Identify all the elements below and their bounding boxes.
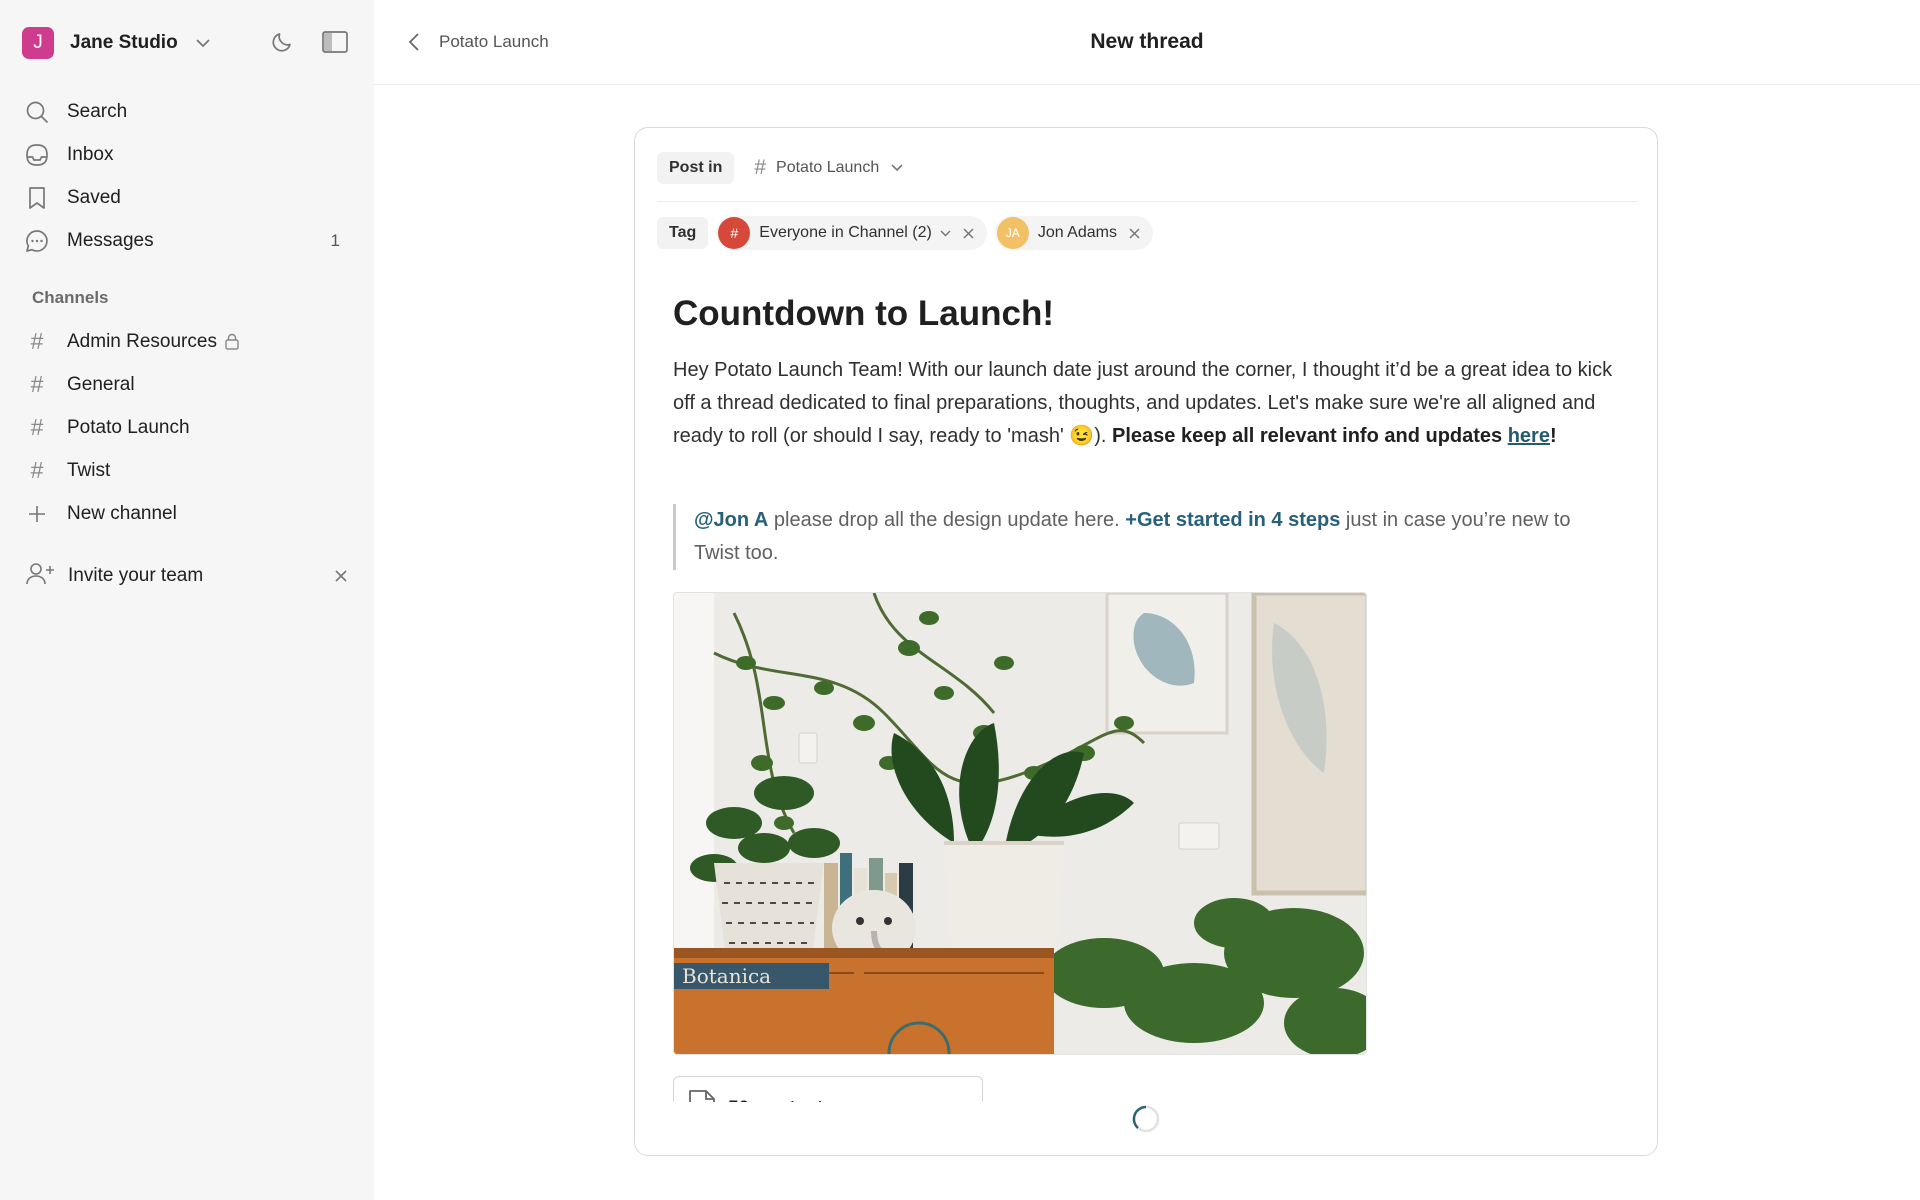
channel-item-potato-launch[interactable]: # Potato Launch: [24, 406, 350, 449]
body-bold-text: !: [1549, 425, 1557, 447]
nav-label: Saved: [67, 186, 121, 208]
quote-text: please drop all the design update here.: [768, 509, 1126, 531]
add-user-icon: [26, 562, 56, 591]
tag-chip-jon-adams[interactable]: JA Jon Adams: [994, 216, 1153, 250]
hash-icon: #: [30, 414, 44, 440]
nav-label: Search: [67, 100, 128, 122]
chat-bubble-icon: [24, 228, 50, 254]
body-text: ).: [1094, 425, 1113, 447]
channel-selector[interactable]: # Potato Launch: [754, 152, 903, 184]
tag-chip-label: Jon Adams: [1037, 224, 1117, 241]
chevron-down-icon[interactable]: [940, 229, 951, 237]
main-nav: Search Inbox Saved Messages 1: [24, 90, 350, 262]
channel-list: # Admin Resources # General # Potato Lau…: [24, 320, 350, 535]
hash-icon: #: [30, 457, 44, 483]
nav-item-messages[interactable]: Messages 1: [24, 219, 350, 262]
thread-composer: Post in # Potato Launch Tag # Everyone i…: [634, 127, 1658, 1156]
bookmark-icon: [24, 185, 50, 211]
hash-icon: #: [30, 371, 44, 397]
channel-avatar: #: [718, 217, 751, 249]
channel-label: Potato Launch: [67, 416, 190, 438]
channel-item-admin-resources[interactable]: # Admin Resources: [24, 320, 350, 363]
tag-row: Tag # Everyone in Channel (2) JA Jon Ada…: [657, 216, 1153, 250]
top-bar: Potato Launch New thread: [374, 0, 1920, 85]
hash-icon: #: [754, 156, 767, 179]
chevron-down-icon: [194, 34, 212, 52]
search-icon: [24, 99, 50, 125]
channel-label: General: [67, 373, 135, 395]
thread-body[interactable]: Hey Potato Launch Team! With our launch …: [673, 354, 1618, 453]
back-chevron-icon[interactable]: [402, 30, 426, 54]
user-avatar: JA: [996, 217, 1029, 249]
body-bold-text: Please keep all relevant info and update…: [1112, 425, 1508, 447]
lock-icon: [225, 333, 239, 350]
nav-item-saved[interactable]: Saved: [24, 176, 350, 219]
post-in-label: Post in: [657, 152, 735, 184]
back-link[interactable]: Potato Launch: [439, 32, 549, 52]
here-link[interactable]: here: [1508, 425, 1550, 447]
thread-title[interactable]: Countdown to Launch!: [673, 294, 1054, 334]
toggle-sidebar-icon[interactable]: [320, 27, 350, 57]
hash-icon: #: [30, 328, 44, 354]
remove-tag-icon[interactable]: [961, 225, 977, 241]
quote-block: @Jon A please drop all the design update…: [673, 504, 1593, 570]
tag-label: Tag: [657, 217, 709, 249]
user-mention[interactable]: @Jon A: [694, 509, 768, 531]
workspace-switcher[interactable]: J Jane Studio: [22, 26, 352, 60]
workspace-avatar: J: [22, 27, 54, 59]
nav-item-inbox[interactable]: Inbox: [24, 133, 350, 176]
channel-label: Twist: [67, 459, 111, 481]
invite-label: Invite your team: [68, 565, 204, 586]
post-in-row: Post in # Potato Launch: [657, 152, 1637, 202]
channel-selector-label: Potato Launch: [776, 159, 880, 176]
inbox-icon: [24, 142, 50, 168]
nav-label: Messages: [67, 229, 154, 251]
new-channel-button[interactable]: New channel: [24, 492, 350, 535]
plus-icon: [24, 501, 50, 527]
channel-item-twist[interactable]: # Twist: [24, 449, 350, 492]
invite-team-banner[interactable]: Invite your team: [26, 559, 352, 593]
loading-spinner-icon: [1131, 1104, 1161, 1134]
image-caption-text: Botanica: [682, 964, 771, 988]
workspace-name: Jane Studio: [70, 32, 178, 53]
nav-item-search[interactable]: Search: [24, 90, 350, 133]
attached-image-plants[interactable]: Botanica: [673, 592, 1367, 1055]
nav-label: Inbox: [67, 143, 114, 165]
sidebar: J Jane Studio Search Inbox Saved Message…: [0, 0, 374, 1200]
unread-count: 1: [330, 230, 340, 250]
new-channel-label: New channel: [67, 502, 177, 524]
tag-chip-label: Everyone in Channel (2): [759, 224, 932, 241]
tag-chip-everyone[interactable]: # Everyone in Channel (2): [716, 216, 987, 250]
wink-emoji: 😉: [1069, 425, 1095, 447]
page-title: New thread: [374, 30, 1920, 54]
channel-item-general[interactable]: # General: [24, 363, 350, 406]
channel-label: Admin Resources: [67, 330, 217, 352]
close-icon[interactable]: [330, 565, 352, 587]
dark-mode-moon-icon[interactable]: [267, 27, 297, 57]
page-title-text: New thread: [1090, 30, 1204, 53]
plants-photo: Botanica: [674, 593, 1366, 1054]
get-started-link[interactable]: +Get started in 4 steps: [1125, 509, 1340, 531]
channels-section-title[interactable]: Channels: [32, 288, 109, 308]
remove-tag-icon[interactable]: [1127, 225, 1143, 241]
chevron-down-icon: [891, 164, 903, 172]
